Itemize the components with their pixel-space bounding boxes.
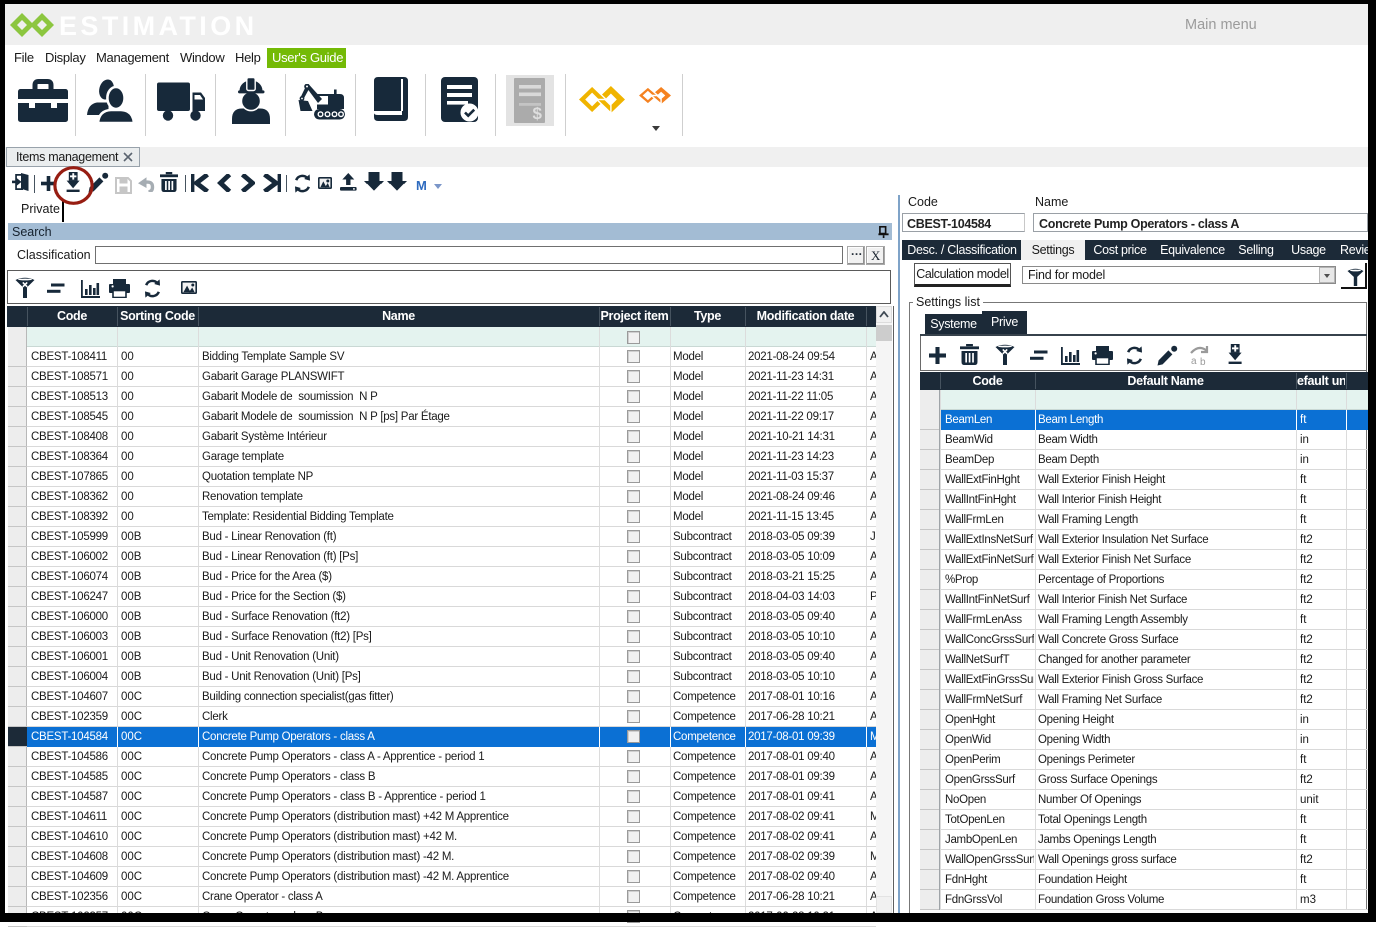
svg-text:b: b: [1200, 357, 1206, 366]
svg-text:$: $: [533, 104, 543, 123]
svg-text:a: a: [1191, 356, 1197, 366]
